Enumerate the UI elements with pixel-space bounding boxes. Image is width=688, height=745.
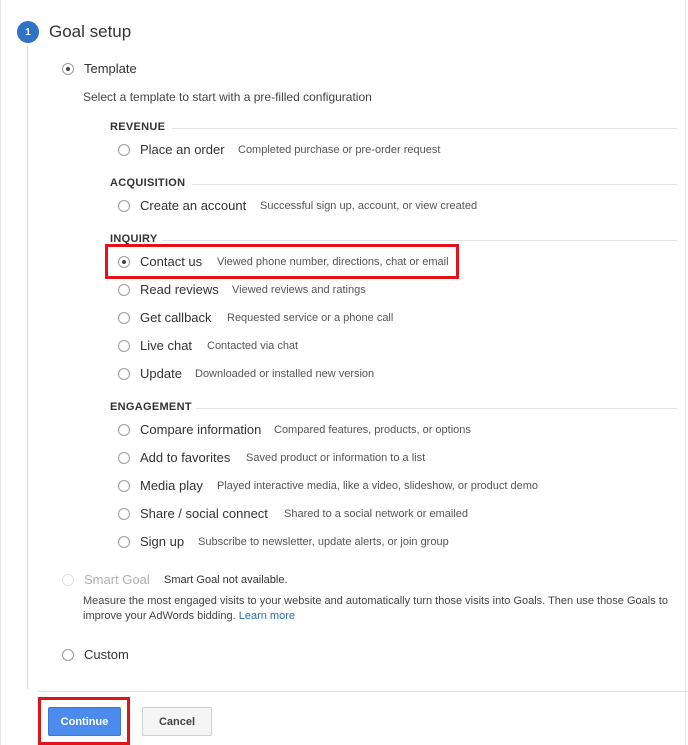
step-connector-line bbox=[27, 46, 28, 689]
read-reviews-label[interactable]: Read reviews bbox=[140, 282, 219, 297]
read-reviews-desc: Viewed reviews and ratings bbox=[232, 284, 366, 296]
create-account-label[interactable]: Create an account bbox=[140, 198, 246, 213]
live-chat-label[interactable]: Live chat bbox=[140, 338, 192, 353]
update-desc: Downloaded or installed new version bbox=[195, 368, 375, 380]
category-divider bbox=[162, 240, 677, 241]
cancel-button[interactable]: Cancel bbox=[142, 707, 212, 736]
template-intro-text: Select a template to start with a pre-fi… bbox=[83, 90, 372, 104]
custom-radio[interactable] bbox=[62, 649, 74, 661]
page-title: Goal setup bbox=[49, 22, 132, 41]
read-reviews-radio[interactable] bbox=[118, 284, 130, 296]
step-number-badge: 1 bbox=[17, 21, 39, 43]
share-social-label[interactable]: Share / social connect bbox=[140, 506, 268, 521]
create-account-desc: Successful sign up, account, or view cre… bbox=[260, 200, 478, 212]
add-favorites-radio[interactable] bbox=[118, 452, 130, 464]
sign-up-label[interactable]: Sign up bbox=[140, 534, 184, 549]
share-social-radio[interactable] bbox=[118, 508, 130, 520]
create-account-radio[interactable] bbox=[118, 200, 130, 212]
contact-us-highlight-box bbox=[105, 244, 459, 279]
get-callback-radio[interactable] bbox=[118, 312, 130, 324]
category-revenue: REVENUE bbox=[110, 121, 166, 133]
get-callback-label[interactable]: Get callback bbox=[140, 310, 212, 325]
get-callback-desc: Requested service or a phone call bbox=[227, 312, 394, 324]
smart-goal-status: Smart Goal not available. bbox=[164, 574, 288, 586]
update-label[interactable]: Update bbox=[140, 366, 182, 381]
category-divider bbox=[172, 128, 677, 129]
media-play-desc: Played interactive media, like a video, … bbox=[217, 480, 539, 492]
category-engagement: ENGAGEMENT bbox=[110, 401, 192, 413]
compare-info-radio[interactable] bbox=[118, 424, 130, 436]
share-social-desc: Shared to a social network or emailed bbox=[284, 508, 469, 520]
compare-info-desc: Compared features, products, or options bbox=[274, 424, 471, 436]
live-chat-radio[interactable] bbox=[118, 340, 130, 352]
add-favorites-label[interactable]: Add to favorites bbox=[140, 450, 230, 465]
smart-goal-description-text: Measure the most engaged visits to your … bbox=[83, 595, 668, 622]
place-order-desc: Completed purchase or pre-order request bbox=[238, 144, 441, 156]
sign-up-radio[interactable] bbox=[118, 536, 130, 548]
continue-button[interactable]: Continue bbox=[48, 707, 121, 736]
template-radio[interactable] bbox=[62, 63, 74, 75]
smart-goal-description: Measure the most engaged visits to your … bbox=[83, 594, 673, 624]
compare-info-label[interactable]: Compare information bbox=[140, 422, 261, 437]
category-acquisition: ACQUISITION bbox=[110, 177, 186, 189]
add-favorites-desc: Saved product or information to a list bbox=[246, 452, 426, 464]
sign-up-desc: Subscribe to newsletter, update alerts, … bbox=[198, 536, 449, 548]
template-label: Template bbox=[84, 61, 137, 76]
section-divider bbox=[38, 691, 688, 692]
place-order-label[interactable]: Place an order bbox=[140, 142, 225, 157]
learn-more-link[interactable]: Learn more bbox=[239, 610, 295, 622]
live-chat-desc: Contacted via chat bbox=[207, 340, 299, 352]
smart-goal-label: Smart Goal bbox=[84, 572, 150, 587]
smart-goal-radio bbox=[62, 574, 74, 586]
category-divider bbox=[192, 184, 677, 185]
media-play-radio[interactable] bbox=[118, 480, 130, 492]
place-order-radio[interactable] bbox=[118, 144, 130, 156]
custom-label[interactable]: Custom bbox=[84, 647, 129, 662]
media-play-label[interactable]: Media play bbox=[140, 478, 203, 493]
update-radio[interactable] bbox=[118, 368, 130, 380]
category-divider bbox=[196, 408, 677, 409]
